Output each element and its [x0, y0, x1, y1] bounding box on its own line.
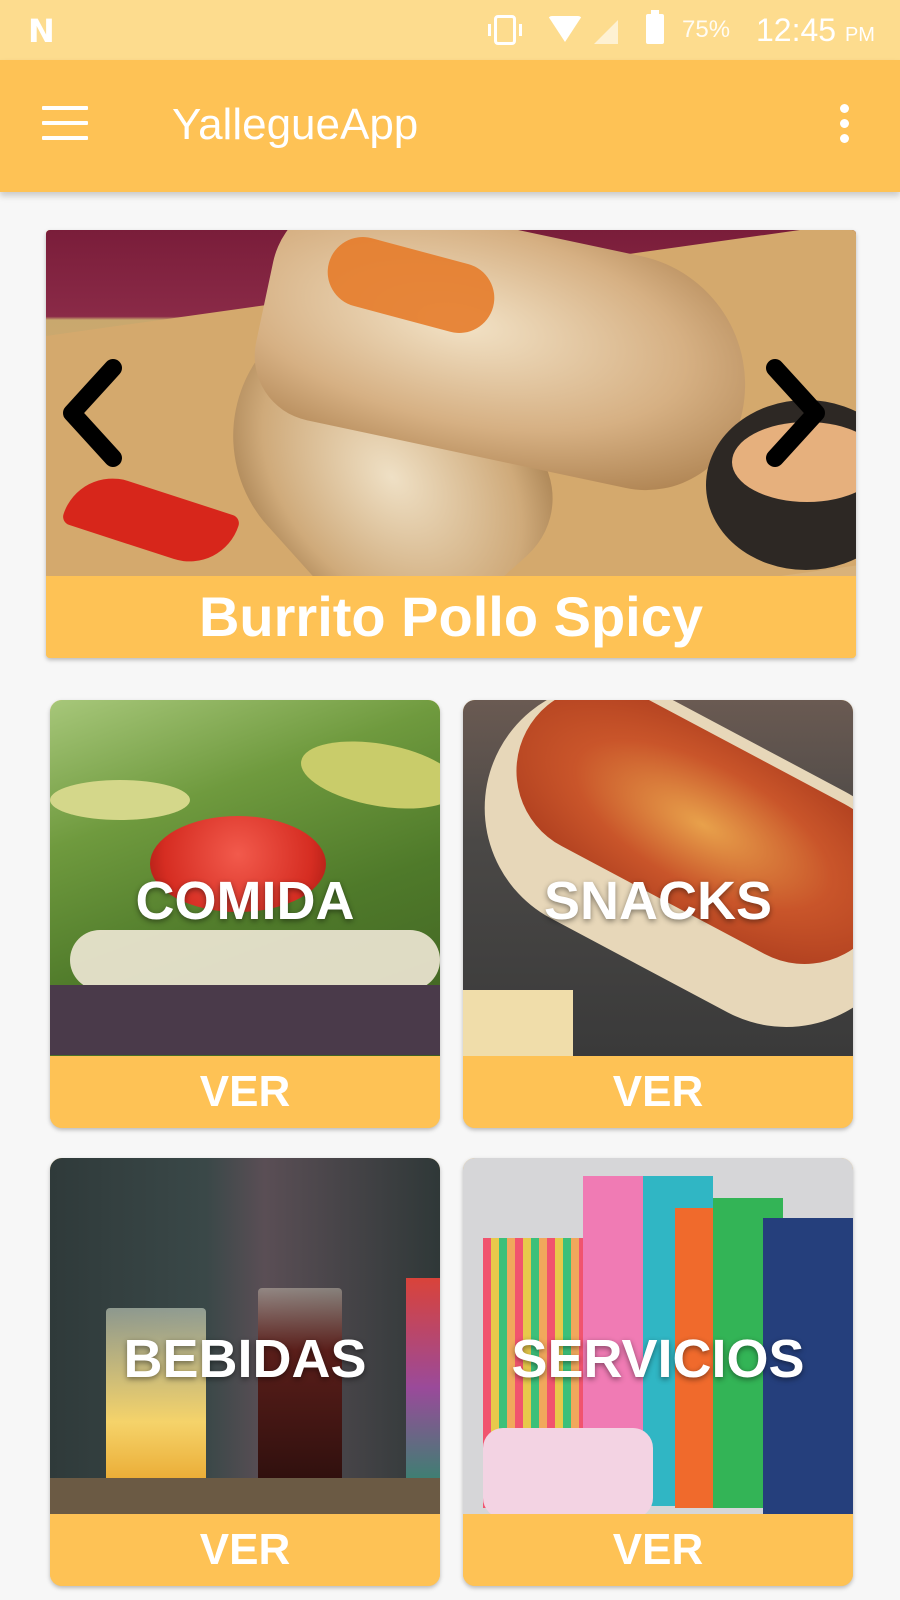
- category-card-bebidas[interactable]: BEBIDAS VER: [50, 1158, 440, 1586]
- category-label: COMIDA: [135, 871, 355, 931]
- notification-n-icon: N: [28, 12, 55, 50]
- clock-time: 12:45: [756, 12, 837, 48]
- category-label: BEBIDAS: [123, 1329, 367, 1389]
- category-card-comida[interactable]: COMIDA VER: [50, 700, 440, 1128]
- app-title: YallegueApp: [172, 100, 419, 149]
- previous-arrow-icon[interactable]: [58, 358, 128, 468]
- category-card-servicios[interactable]: SERVICIOS VER: [463, 1158, 853, 1586]
- clock-ampm: PM: [844, 24, 875, 46]
- battery-percent: 75%: [682, 16, 731, 43]
- featured-slider[interactable]: Burrito Pollo Spicy: [46, 230, 856, 658]
- burrito-image: [46, 230, 856, 576]
- category-card-snacks[interactable]: SNACKS VER: [463, 700, 853, 1128]
- category-label: SERVICIOS: [511, 1329, 805, 1389]
- ver-button[interactable]: VER: [463, 1056, 853, 1128]
- clock: 12:45 PM: [756, 12, 875, 49]
- category-label: SNACKS: [543, 871, 773, 931]
- vibrate-icon: [488, 15, 522, 45]
- ver-button[interactable]: VER: [50, 1056, 440, 1128]
- battery-icon: [646, 10, 664, 44]
- signal-icon: [594, 20, 618, 44]
- hamburger-menu-icon[interactable]: [42, 106, 88, 140]
- status-bar: N 75% 12:45 PM: [0, 0, 900, 60]
- more-options-icon[interactable]: [840, 104, 850, 144]
- slider-caption: Burrito Pollo Spicy: [46, 576, 856, 658]
- app-bar: YallegueApp: [0, 60, 900, 192]
- ver-button[interactable]: VER: [463, 1514, 853, 1586]
- ver-button[interactable]: VER: [50, 1514, 440, 1586]
- wifi-icon: [548, 16, 582, 42]
- next-arrow-icon[interactable]: [760, 358, 830, 468]
